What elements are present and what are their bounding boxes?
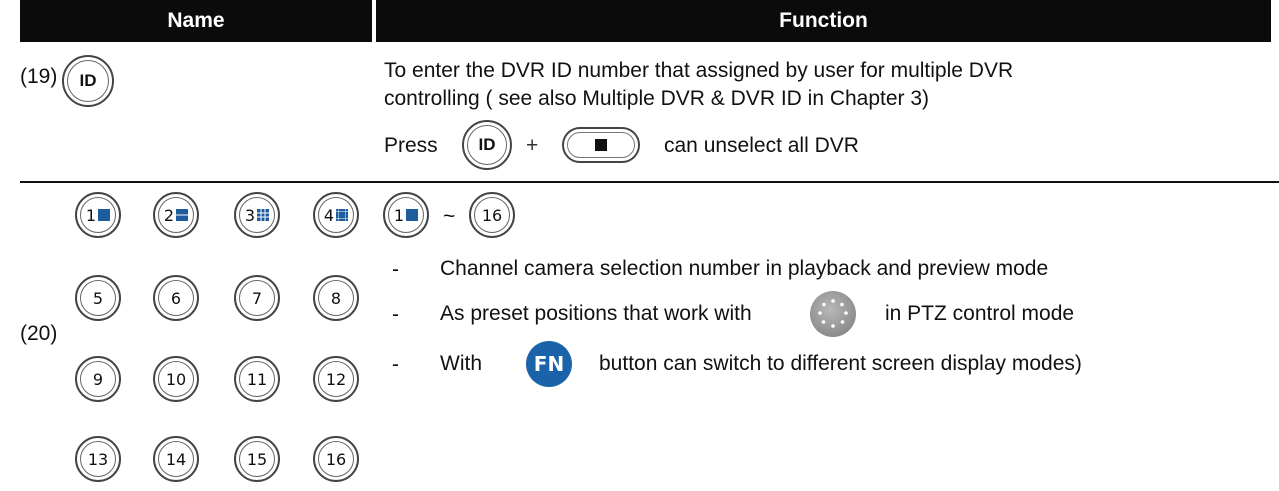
- stop-button: [562, 127, 640, 163]
- function-column-header: Function: [376, 0, 1271, 42]
- bullet-2: -: [392, 303, 399, 326]
- channel-button-15: 15: [234, 436, 280, 482]
- fn-button: FN: [526, 341, 572, 387]
- row-number-20: (20): [20, 322, 58, 345]
- single-view-icon: [406, 209, 419, 221]
- channel-button-label: 15: [246, 449, 268, 469]
- row19-description-line2: controlling ( see also Multiple DVR & DV…: [384, 87, 930, 110]
- channel-button-5: 5: [75, 275, 121, 321]
- row19-description-line1: To enter the DVR ID number that assigned…: [384, 59, 1014, 82]
- channel-button-label: 9: [92, 369, 104, 389]
- row-divider: [20, 181, 1279, 183]
- channel-button-label: 5: [92, 288, 104, 308]
- channel-button-13: 13: [75, 436, 121, 482]
- channel-button-label: 4: [323, 205, 335, 225]
- range-end-button: 16: [469, 192, 515, 238]
- range-start-label: 1: [393, 205, 405, 225]
- channel-button-9: 9: [75, 356, 121, 402]
- channel-button-7: 7: [234, 275, 280, 321]
- channel-button-label: 10: [165, 369, 187, 389]
- name-column-header: Name: [20, 0, 372, 42]
- channel-button-label: 16: [325, 449, 347, 469]
- id-button-inline: ID: [462, 120, 512, 170]
- range-start-button: 1: [383, 192, 429, 238]
- channel-button-10: 10: [153, 356, 199, 402]
- row-number-19: (19): [20, 65, 58, 88]
- channel-button-label: 11: [246, 369, 268, 389]
- bullet-3: -: [392, 353, 399, 376]
- id-button: ID: [62, 55, 114, 107]
- plus-sign: +: [526, 134, 539, 157]
- channel-button-6: 6: [153, 275, 199, 321]
- channel-button-1: 1: [75, 192, 121, 238]
- channel-button-label: 8: [330, 288, 342, 308]
- item-1: Channel camera selection number in playb…: [440, 257, 1049, 280]
- single-view-icon: [98, 209, 111, 221]
- range-end-label: 16: [481, 205, 503, 225]
- split-9-icon: [257, 209, 270, 221]
- channel-button-label: 12: [325, 369, 347, 389]
- press-label: Press: [384, 134, 438, 157]
- bullet-1: -: [392, 258, 399, 281]
- id-button-label: ID: [79, 71, 97, 90]
- item-2-suffix: in PTZ control mode: [885, 302, 1075, 325]
- channel-button-3: 3: [234, 192, 280, 238]
- channel-button-11: 11: [234, 356, 280, 402]
- channel-button-label: 1: [85, 205, 97, 225]
- channel-button-label: 13: [87, 449, 109, 469]
- channel-button-12: 12: [313, 356, 359, 402]
- row19-press-suffix: can unselect all DVR: [664, 134, 859, 157]
- stop-square-icon: [595, 139, 607, 151]
- ptz-dial-icon: [810, 291, 856, 337]
- channel-button-label: 7: [251, 288, 263, 308]
- channel-button-14: 14: [153, 436, 199, 482]
- item-3-prefix: With: [440, 352, 482, 375]
- channel-button-8: 8: [313, 275, 359, 321]
- split-16-icon: [336, 209, 349, 221]
- channel-button-label: 6: [170, 288, 182, 308]
- channel-button-2: 2: [153, 192, 199, 238]
- fn-label: FN: [533, 352, 565, 376]
- id-button-inline-label: ID: [478, 135, 496, 154]
- channel-button-4: 4: [313, 192, 359, 238]
- range-separator: ~: [443, 205, 456, 228]
- split-2-icon: [176, 209, 189, 221]
- channel-button-16: 16: [313, 436, 359, 482]
- item-3-suffix: button can switch to different screen di…: [599, 352, 1082, 375]
- channel-button-label: 2: [163, 205, 175, 225]
- channel-button-label: 3: [244, 205, 256, 225]
- channel-button-label: 14: [165, 449, 187, 469]
- item-2-prefix: As preset positions that work with: [440, 302, 752, 325]
